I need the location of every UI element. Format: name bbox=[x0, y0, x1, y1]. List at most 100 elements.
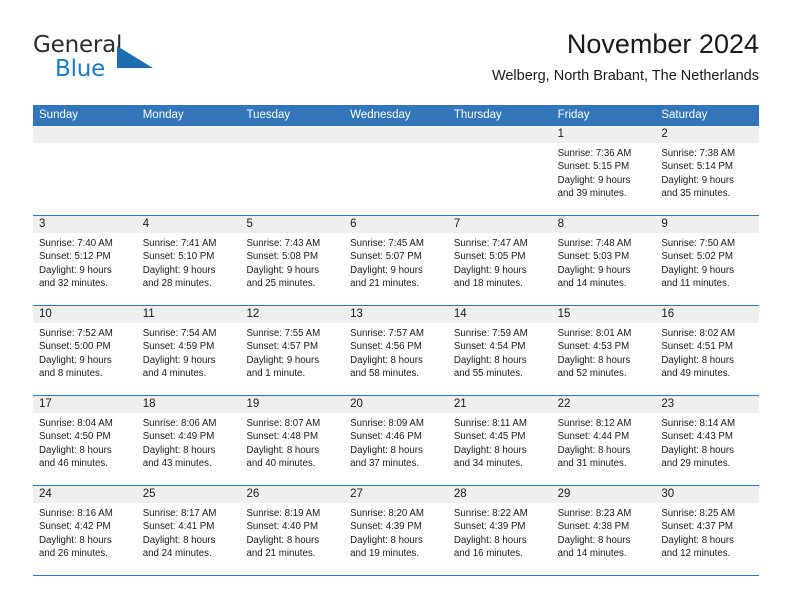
calendar-day-cell[interactable]: 7 Sunrise: 7:47 AM Sunset: 5:05 PM Daylight… bbox=[447, 216, 552, 305]
calendar-day-cell[interactable]: 26 Sunrise: 8:19 AM Sunset: 4:40 PM Dayligh… bbox=[240, 486, 345, 575]
sunset-time: Sunset: 4:51 PM bbox=[661, 341, 733, 353]
daylight-duration-hours: Daylight: 9 hours bbox=[246, 264, 320, 276]
sunset-time: Sunset: 4:56 PM bbox=[350, 341, 422, 353]
weekday-header-saturday: Saturday bbox=[661, 109, 708, 121]
sunrise-time: Sunrise: 7:55 AM bbox=[246, 328, 321, 339]
daylight-duration-minutes: and 16 minutes. bbox=[453, 548, 523, 560]
calendar-weeks: 1 Sunrise: 7:36 AM Sunset: 5:15 PM Daylight… bbox=[33, 126, 760, 576]
sunset-time: Sunset: 5:02 PM bbox=[661, 251, 733, 263]
calendar-day-cell[interactable]: 17 Sunrise: 8:04 AM Sunset: 4:50 PM Dayligh… bbox=[33, 396, 137, 485]
daylight-duration-hours: Daylight: 9 hours bbox=[39, 354, 112, 366]
page-subtitle: Welberg, North Brabant, The Netherlands bbox=[491, 68, 759, 84]
daylight-duration-hours: Daylight: 8 hours bbox=[661, 444, 735, 456]
calendar-week-row: 3 Sunrise: 7:40 AM Sunset: 5:12 PM Daylight… bbox=[33, 216, 760, 306]
daylight-duration-minutes: and 25 minutes. bbox=[246, 278, 316, 290]
calendar-day-cell[interactable]: 28 Sunrise: 8:22 AM Sunset: 4:39 PM Dayligh… bbox=[447, 486, 552, 575]
day-details: Sunrise: 7:59 AM Sunset: 4:54 PM Daylight:… bbox=[448, 323, 552, 381]
calendar-day-cell[interactable]: 29 Sunrise: 8:23 AM Sunset: 4:38 PM Dayligh… bbox=[551, 486, 656, 575]
daylight-duration-minutes: and 32 minutes. bbox=[39, 278, 108, 290]
sunset-time: Sunset: 5:12 PM bbox=[39, 251, 111, 263]
calendar-day-cell[interactable]: 27 Sunrise: 8:20 AM Sunset: 4:39 PM Dayligh… bbox=[344, 486, 448, 575]
day-number bbox=[447, 126, 552, 143]
day-number: 20 bbox=[344, 396, 448, 413]
sunrise-time: Sunrise: 8:22 AM bbox=[453, 508, 528, 519]
day-number: 16 bbox=[655, 306, 760, 323]
brand-name-general: General bbox=[33, 32, 123, 58]
sunset-time: Sunset: 4:54 PM bbox=[453, 341, 526, 353]
calendar-day-cell[interactable]: 16 Sunrise: 8:02 AM Sunset: 4:51 PM Dayligh… bbox=[655, 306, 760, 395]
daylight-duration-hours: Daylight: 9 hours bbox=[142, 354, 216, 366]
daylight-duration-hours: Daylight: 8 hours bbox=[142, 534, 216, 546]
day-number: 27 bbox=[344, 486, 448, 503]
day-details: Sunrise: 7:40 AM Sunset: 5:12 PM Daylight:… bbox=[33, 233, 137, 291]
sunrise-time: Sunrise: 8:06 AM bbox=[142, 418, 217, 429]
calendar-day-cell[interactable]: 24 Sunrise: 8:16 AM Sunset: 4:42 PM Dayligh… bbox=[33, 486, 137, 575]
daylight-duration-minutes: and 12 minutes. bbox=[661, 548, 731, 560]
calendar-day-cell[interactable]: 1 Sunrise: 7:36 AM Sunset: 5:15 PM Daylight… bbox=[551, 126, 656, 215]
sunrise-time: Sunrise: 8:01 AM bbox=[557, 328, 632, 339]
day-details bbox=[137, 143, 241, 147]
daylight-duration-minutes: and 49 minutes. bbox=[661, 368, 731, 380]
daylight-duration-minutes: and 43 minutes. bbox=[142, 458, 212, 470]
calendar-day-cell-empty bbox=[240, 126, 345, 215]
calendar-day-cell[interactable]: 15 Sunrise: 8:01 AM Sunset: 4:53 PM Dayligh… bbox=[551, 306, 656, 395]
day-details: Sunrise: 8:17 AM Sunset: 4:41 PM Daylight:… bbox=[137, 503, 241, 561]
calendar-day-cell[interactable]: 3 Sunrise: 7:40 AM Sunset: 5:12 PM Daylight… bbox=[33, 216, 137, 305]
calendar-day-cell[interactable]: 30 Sunrise: 8:25 AM Sunset: 4:37 PM Dayligh… bbox=[655, 486, 760, 575]
calendar-day-cell[interactable]: 6 Sunrise: 7:45 AM Sunset: 5:07 PM Daylight… bbox=[344, 216, 448, 305]
calendar-day-cell[interactable]: 5 Sunrise: 7:43 AM Sunset: 5:08 PM Daylight… bbox=[240, 216, 345, 305]
daylight-duration-hours: Daylight: 8 hours bbox=[661, 354, 735, 366]
calendar-day-cell[interactable]: 23 Sunrise: 8:14 AM Sunset: 4:43 PM Dayligh… bbox=[655, 396, 760, 485]
calendar-day-cell[interactable]: 11 Sunrise: 7:54 AM Sunset: 4:59 PM Dayligh… bbox=[136, 306, 241, 395]
sunrise-time: Sunrise: 8:12 AM bbox=[557, 418, 632, 429]
sunset-time: Sunset: 4:40 PM bbox=[246, 521, 319, 533]
daylight-duration-minutes: and 52 minutes. bbox=[557, 368, 627, 380]
calendar-day-cell[interactable]: 14 Sunrise: 7:59 AM Sunset: 4:54 PM Dayligh… bbox=[447, 306, 552, 395]
day-details: Sunrise: 7:36 AM Sunset: 5:15 PM Daylight:… bbox=[552, 143, 656, 201]
sunrise-time: Sunrise: 8:17 AM bbox=[142, 508, 217, 519]
calendar-day-cell[interactable]: 13 Sunrise: 7:57 AM Sunset: 4:56 PM Dayligh… bbox=[344, 306, 448, 395]
day-details: Sunrise: 7:52 AM Sunset: 5:00 PM Daylight:… bbox=[33, 323, 137, 381]
sunrise-time: Sunrise: 7:38 AM bbox=[661, 148, 736, 159]
calendar-day-cell[interactable]: 9 Sunrise: 7:50 AM Sunset: 5:02 PM Daylight… bbox=[655, 216, 760, 305]
daylight-duration-hours: Daylight: 9 hours bbox=[453, 264, 527, 276]
calendar-day-cell[interactable]: 4 Sunrise: 7:41 AM Sunset: 5:10 PM Daylight… bbox=[136, 216, 241, 305]
day-number bbox=[240, 126, 345, 143]
sunrise-time: Sunrise: 7:43 AM bbox=[246, 238, 321, 249]
daylight-duration-hours: Daylight: 9 hours bbox=[246, 354, 320, 366]
calendar-day-cell[interactable]: 19 Sunrise: 8:07 AM Sunset: 4:48 PM Dayligh… bbox=[240, 396, 345, 485]
day-details: Sunrise: 7:57 AM Sunset: 4:56 PM Daylight:… bbox=[344, 323, 448, 381]
day-number: 24 bbox=[33, 486, 137, 503]
daylight-duration-hours: Daylight: 8 hours bbox=[350, 534, 423, 546]
calendar-grid: Sunday Monday Tuesday Wednesday Thursday Frid… bbox=[33, 105, 760, 576]
day-details: Sunrise: 7:55 AM Sunset: 4:57 PM Daylight:… bbox=[240, 323, 344, 381]
day-number: 18 bbox=[136, 396, 241, 413]
calendar-day-cell[interactable]: 2 Sunrise: 7:38 AM Sunset: 5:14 PM Daylight… bbox=[655, 126, 760, 215]
daylight-duration-minutes: and 8 minutes. bbox=[39, 368, 103, 380]
calendar-week-row: 17 Sunrise: 8:04 AM Sunset: 4:50 PM Dayligh… bbox=[33, 396, 760, 486]
day-details: Sunrise: 7:41 AM Sunset: 5:10 PM Daylight:… bbox=[137, 233, 241, 291]
calendar-day-cell[interactable]: 20 Sunrise: 8:09 AM Sunset: 4:46 PM Dayligh… bbox=[344, 396, 448, 485]
day-number: 26 bbox=[240, 486, 345, 503]
calendar-day-cell[interactable]: 25 Sunrise: 8:17 AM Sunset: 4:41 PM Dayligh… bbox=[136, 486, 241, 575]
sunrise-time: Sunrise: 7:48 AM bbox=[557, 238, 632, 249]
brand-logo[interactable]: General Blue bbox=[33, 32, 233, 90]
sunset-time: Sunset: 4:39 PM bbox=[453, 521, 526, 533]
day-number bbox=[33, 126, 137, 143]
daylight-duration-hours: Daylight: 8 hours bbox=[246, 444, 320, 456]
calendar-day-cell[interactable]: 18 Sunrise: 8:06 AM Sunset: 4:49 PM Dayligh… bbox=[136, 396, 241, 485]
weekday-header-row: Sunday Monday Tuesday Wednesday Thursday Frid… bbox=[33, 105, 759, 126]
calendar-day-cell[interactable]: 8 Sunrise: 7:48 AM Sunset: 5:03 PM Daylight… bbox=[551, 216, 656, 305]
daylight-duration-minutes: and 18 minutes. bbox=[453, 278, 523, 290]
calendar-day-cell[interactable]: 12 Sunrise: 7:55 AM Sunset: 4:57 PM Dayligh… bbox=[240, 306, 345, 395]
calendar-day-cell[interactable]: 22 Sunrise: 8:12 AM Sunset: 4:44 PM Dayligh… bbox=[551, 396, 656, 485]
calendar-day-cell-empty bbox=[447, 126, 552, 215]
daylight-duration-minutes: and 26 minutes. bbox=[39, 548, 108, 560]
calendar-day-cell[interactable]: 10 Sunrise: 7:52 AM Sunset: 5:00 PM Dayligh… bbox=[33, 306, 137, 395]
calendar-day-cell[interactable]: 21 Sunrise: 8:11 AM Sunset: 4:45 PM Dayligh… bbox=[447, 396, 552, 485]
weekday-header-friday: Friday bbox=[557, 109, 590, 121]
day-number: 4 bbox=[136, 216, 241, 233]
calendar-week-row: 1 Sunrise: 7:36 AM Sunset: 5:15 PM Daylight… bbox=[33, 126, 760, 216]
daylight-duration-minutes: and 21 minutes. bbox=[350, 278, 420, 290]
daylight-duration-minutes: and 46 minutes. bbox=[39, 458, 108, 470]
